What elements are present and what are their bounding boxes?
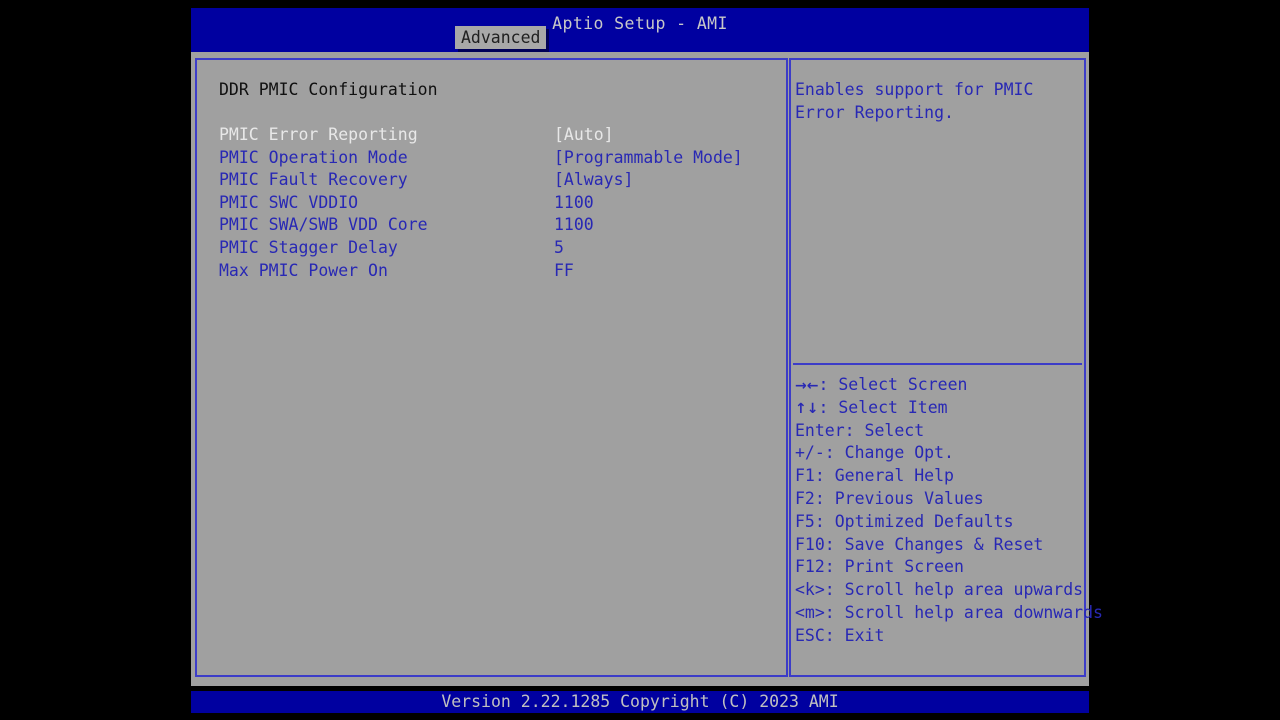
- setting-row[interactable]: PMIC Error Reporting [Auto]: [219, 124, 779, 147]
- setting-value[interactable]: 1100: [554, 192, 594, 215]
- setting-value[interactable]: 1100: [554, 214, 594, 237]
- keyboard-hint-label: : Select Item: [818, 397, 948, 417]
- keyboard-hint-label: F10: Save Changes & Reset: [795, 534, 1044, 554]
- keyboard-hint: <k>: Scroll help area upwards: [795, 579, 1085, 602]
- keyboard-hint-label: F12: Print Screen: [795, 557, 964, 577]
- setting-label: PMIC SWC VDDIO: [219, 192, 359, 212]
- menu-tab-strip: Advanced: [191, 26, 1089, 52]
- keyboard-hint-label: F5: Optimized Defaults: [795, 511, 1014, 531]
- keyboard-hint: F5: Optimized Defaults: [795, 511, 1085, 534]
- help-panel: Enables support for PMIC Error Reporting…: [789, 58, 1103, 677]
- status-bar: Version 2.22.1285 Copyright (C) 2023 AMI: [191, 691, 1089, 713]
- setting-row[interactable]: PMIC Operation Mode [Programmable Mode]: [219, 147, 779, 170]
- setting-value[interactable]: [Always]: [554, 169, 633, 192]
- keyboard-hint: F12: Print Screen: [795, 556, 1085, 579]
- keyboard-hint-label: <m>: Scroll help area downwards: [795, 602, 1103, 622]
- settings-list: PMIC Error Reporting [Auto] PMIC Operation…: [219, 124, 779, 282]
- setting-value[interactable]: FF: [554, 260, 574, 283]
- keyboard-hint: F10: Save Changes & Reset: [795, 534, 1085, 557]
- setting-row[interactable]: PMIC Fault Recovery [Always]: [219, 169, 779, 192]
- version-text: Version 2.22.1285 Copyright (C) 2023 AMI: [441, 692, 839, 711]
- arrow-keys-icon: →←: [795, 378, 819, 394]
- setting-label: PMIC Fault Recovery: [219, 170, 408, 190]
- keyboard-hint: <m>: Scroll help area downwards: [795, 602, 1103, 625]
- setting-value[interactable]: [Programmable Mode]: [554, 147, 743, 170]
- keyboard-hint: Enter: Select: [795, 420, 1085, 443]
- keyboard-hint: +/-: Change Opt.: [795, 442, 1085, 465]
- setting-row[interactable]: PMIC Stagger Delay 5: [219, 237, 779, 260]
- keyboard-hint: →←: Select Screen: [795, 374, 1085, 397]
- keyboard-hint: F1: General Help: [795, 465, 1085, 488]
- help-description: Enables support for PMIC Error Reporting…: [795, 80, 1034, 122]
- setting-label: PMIC Stagger Delay: [219, 237, 398, 257]
- keyboard-hint: ESC: Exit: [795, 625, 1085, 648]
- keyboard-hint-label: F1: General Help: [795, 466, 954, 486]
- keyboard-hint-label: F2: Previous Values: [795, 488, 984, 508]
- setting-row[interactable]: PMIC SWA/SWB VDD Core 1100: [219, 214, 779, 237]
- setting-label: PMIC Operation Mode: [219, 147, 408, 167]
- keyboard-hint-label: +/-: Change Opt.: [795, 443, 954, 463]
- keyboard-hint: F2: Previous Values: [795, 488, 1085, 511]
- setting-value[interactable]: [Auto]: [554, 124, 614, 147]
- bios-setup-screen: Aptio Setup - AMI Advanced DDR PMIC Conf…: [0, 0, 1280, 720]
- setting-label: PMIC SWA/SWB VDD Core: [219, 215, 428, 235]
- keyboard-hint-label: <k>: Scroll help area upwards: [795, 580, 1084, 600]
- setting-row[interactable]: Max PMIC Power On FF: [219, 260, 779, 283]
- keyboard-hints-list: →←: Select Screen ↑↓: Select Item Enter: S…: [795, 374, 1103, 648]
- setting-label: Max PMIC Power On: [219, 260, 388, 280]
- keyboard-hint-label: Enter: Select: [795, 420, 925, 440]
- tab-advanced[interactable]: Advanced: [455, 26, 547, 49]
- keyboard-hint-label: : Select Screen: [818, 375, 968, 394]
- settings-panel: DDR PMIC Configuration PMIC Error Report…: [195, 58, 788, 677]
- keyboard-hint: ↑↓: Select Item: [795, 397, 1085, 420]
- help-divider: [793, 363, 1082, 365]
- arrow-keys-icon: ↑↓: [795, 400, 819, 417]
- setting-value[interactable]: 5: [554, 237, 564, 260]
- setting-row[interactable]: PMIC SWC VDDIO 1100: [219, 192, 779, 215]
- keyboard-hint-label: ESC: Exit: [795, 625, 885, 645]
- page-title: DDR PMIC Configuration: [219, 80, 438, 99]
- setting-label: PMIC Error Reporting: [219, 125, 418, 144]
